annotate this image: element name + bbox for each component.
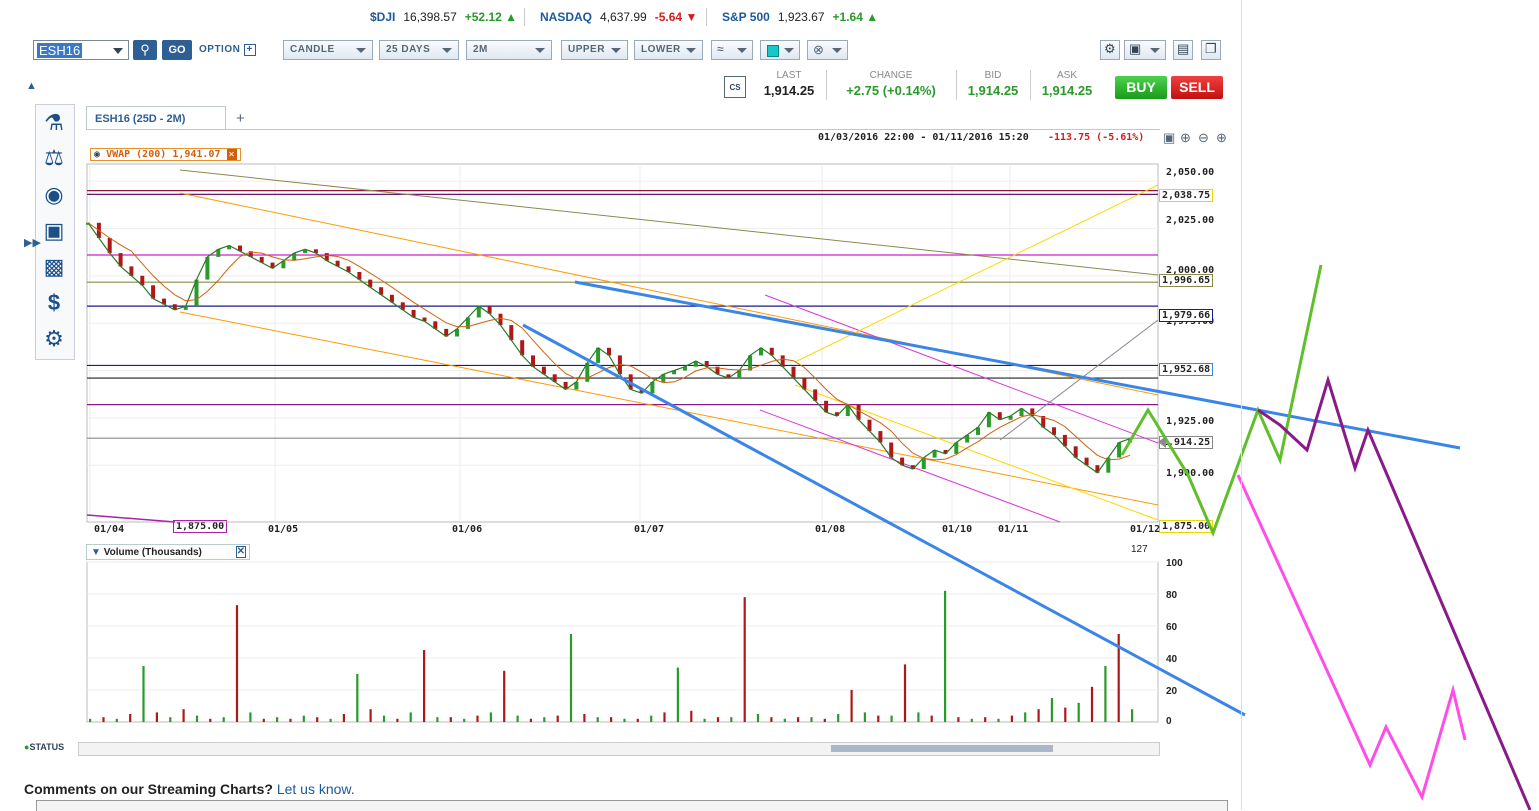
volume-bar xyxy=(102,717,105,722)
volume-bar xyxy=(342,714,345,722)
volume-bar xyxy=(1090,686,1094,722)
volume-bar xyxy=(850,690,853,722)
footer-strip xyxy=(36,800,1228,811)
volume-bar xyxy=(690,710,693,722)
projected-path-green xyxy=(1120,264,1323,538)
volume-bar xyxy=(222,717,225,722)
volume-bar xyxy=(463,718,466,722)
volume-bar xyxy=(503,670,506,722)
feedback-link[interactable]: Let us know. xyxy=(277,781,355,797)
volume-bar xyxy=(596,717,599,722)
volume-bar xyxy=(329,718,332,722)
trend-line-lower xyxy=(522,323,1246,717)
volume-bar xyxy=(89,718,92,722)
volume-bar xyxy=(957,717,960,722)
volume-bar xyxy=(877,715,880,722)
volume-bar xyxy=(396,718,399,722)
vwap-line xyxy=(87,222,1131,461)
volume-bar xyxy=(663,712,666,722)
volume-bar xyxy=(209,718,212,722)
volume-bar xyxy=(249,712,252,722)
price-chart[interactable] xyxy=(0,0,1539,810)
volume-bar xyxy=(289,718,292,722)
scrollbar-thumb[interactable] xyxy=(831,745,1053,752)
volume-bar xyxy=(783,718,786,722)
volume-bar xyxy=(797,717,800,722)
last-price-marker xyxy=(1158,436,1166,448)
volume-bar xyxy=(436,717,439,722)
volume-bar xyxy=(169,717,172,722)
volume-bar xyxy=(716,717,720,722)
volume-bar xyxy=(810,717,813,722)
volume-bar xyxy=(316,717,319,722)
trend-line xyxy=(86,514,176,523)
volume-bar xyxy=(302,715,305,722)
volume-frame xyxy=(86,561,1159,723)
volume-bar xyxy=(262,718,265,722)
volume-bar xyxy=(1037,709,1040,722)
volume-bar xyxy=(543,717,546,722)
volume-bar xyxy=(1050,698,1053,722)
volume-bar xyxy=(1104,666,1107,722)
volume-bar xyxy=(1024,712,1027,722)
volume-bar xyxy=(369,709,372,722)
volume-bar xyxy=(863,712,866,722)
volume-bar xyxy=(770,717,773,722)
trend-line xyxy=(764,294,1159,444)
volume-bar xyxy=(142,666,145,722)
volume-bar xyxy=(823,718,826,722)
volume-bar xyxy=(529,718,532,722)
volume-bar xyxy=(1064,707,1067,722)
volume-bar xyxy=(489,712,492,722)
volume-bar xyxy=(1131,709,1134,722)
volume-bar xyxy=(115,718,118,722)
volume-bar xyxy=(984,717,987,722)
trend-line xyxy=(794,184,1159,363)
trend-line xyxy=(759,409,1061,523)
volume-bar xyxy=(930,715,933,722)
volume-bar xyxy=(276,717,279,722)
volume-bar xyxy=(997,718,1000,722)
trend-line xyxy=(179,311,1159,506)
trend-line xyxy=(999,319,1159,441)
volume-bar xyxy=(235,605,239,722)
volume-bar xyxy=(676,667,679,722)
status-indicator: ●STATUS xyxy=(24,742,65,752)
volume-bar xyxy=(944,590,947,722)
volume-bar xyxy=(703,718,706,722)
comments-text: Comments on our Streaming Charts? Let us… xyxy=(24,781,355,797)
volume-bar xyxy=(1077,702,1080,722)
volume-bar xyxy=(129,714,132,722)
volume-bar xyxy=(756,714,760,722)
volume-bar xyxy=(155,712,158,722)
volume-bar xyxy=(903,664,907,722)
volume-bar xyxy=(917,712,920,722)
volume-bar xyxy=(449,717,452,722)
volume-bar xyxy=(636,718,639,722)
volume-bar xyxy=(182,709,185,722)
projected-path-pink xyxy=(1236,474,1467,802)
volume-bar xyxy=(569,634,573,722)
volume-bar xyxy=(409,712,412,722)
volume-bar xyxy=(970,718,973,722)
volume-bar xyxy=(890,715,893,722)
volume-bar xyxy=(743,597,746,722)
volume-bar xyxy=(650,715,653,722)
volume-bar xyxy=(423,650,426,722)
volume-bar xyxy=(516,715,519,722)
volume-bar xyxy=(195,715,199,722)
volume-bar xyxy=(730,717,733,722)
volume-bar xyxy=(1010,715,1013,722)
volume-bar xyxy=(356,674,359,722)
volume-bar xyxy=(382,715,386,722)
volume-bar xyxy=(837,714,840,722)
volume-bar xyxy=(476,715,479,722)
volume-bar xyxy=(623,718,626,722)
volume-bar xyxy=(556,715,559,722)
volume-bar xyxy=(610,717,613,722)
volume-bar xyxy=(583,714,586,722)
time-scrollbar[interactable] xyxy=(78,742,1160,756)
